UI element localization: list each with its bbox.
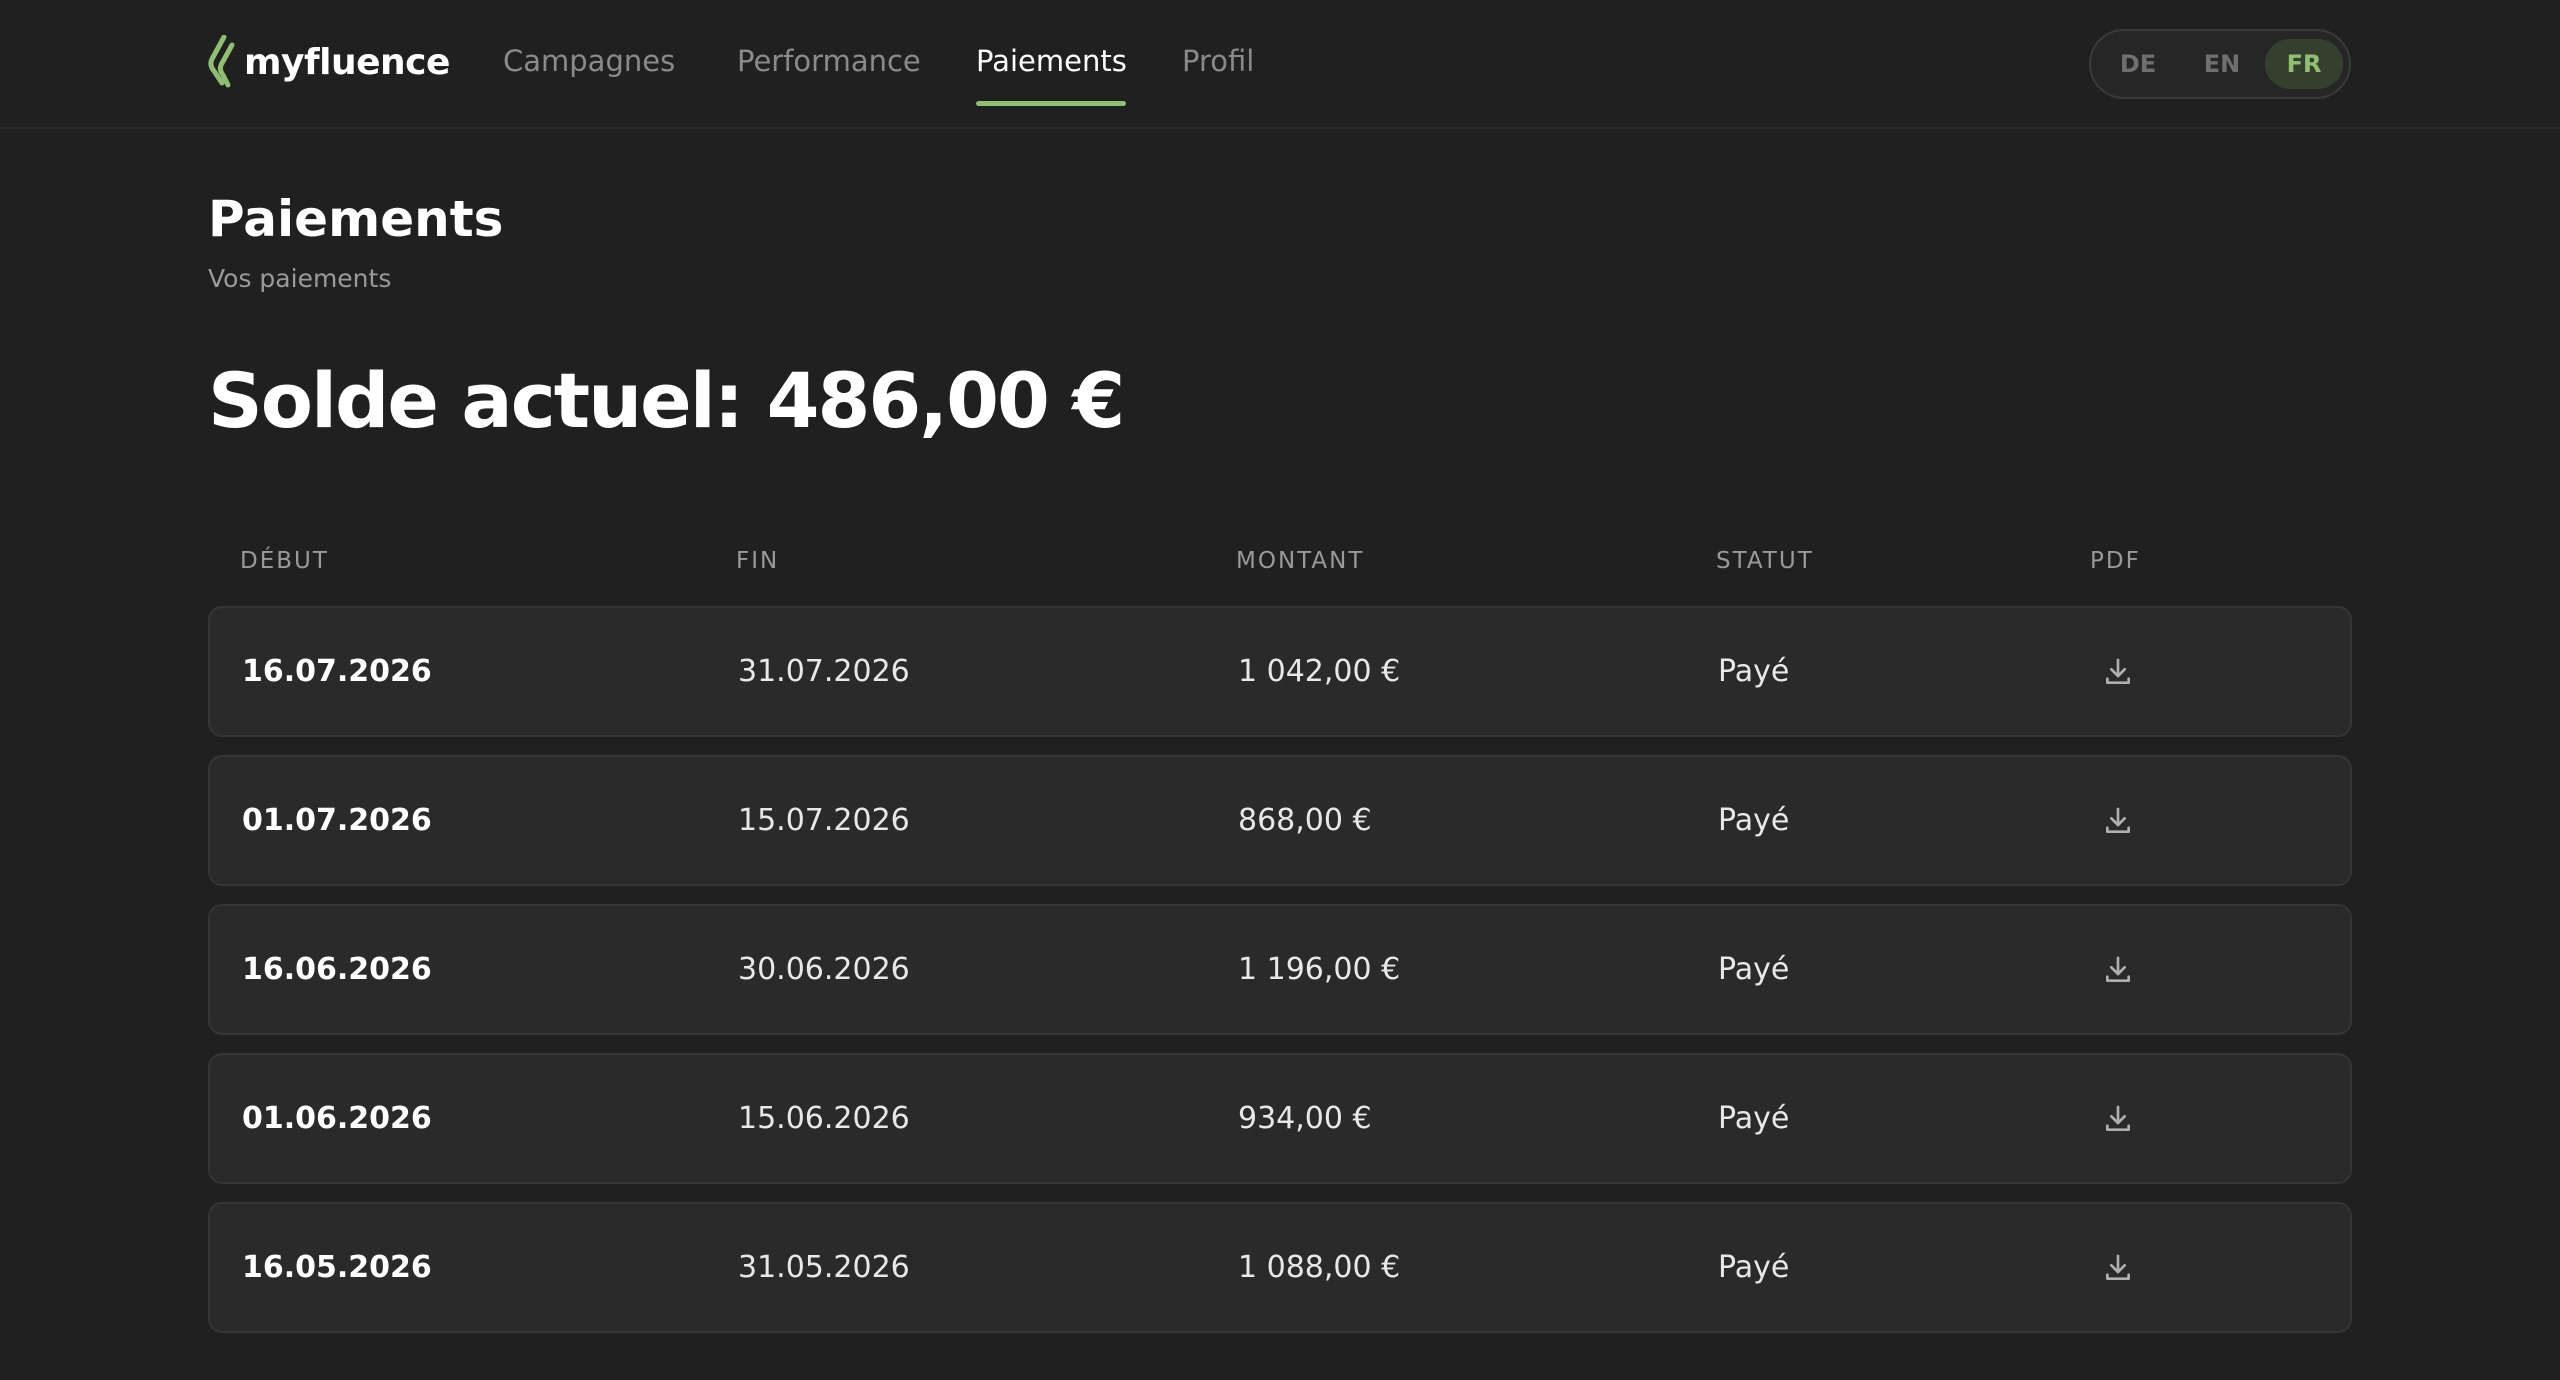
table-header: DÉBUT FIN MONTANT STATUT PDF <box>208 548 2352 578</box>
nav-item-campagnes[interactable]: Campagnes <box>503 44 675 78</box>
column-header-amount: MONTANT <box>1236 548 1365 574</box>
cell-end-date: 31.07.2026 <box>738 654 910 689</box>
cell-start-date: 16.07.2026 <box>242 654 432 689</box>
language-switcher: DE EN FR <box>2089 29 2351 99</box>
payments-table: 16.07.2026 31.07.2026 1 042,00 € Payé 01… <box>208 606 2352 1351</box>
brand-logo[interactable]: myfluence <box>208 34 450 90</box>
column-header-status: STATUT <box>1716 548 1814 574</box>
brand-name: myfluence <box>244 41 450 83</box>
nav-item-paiements[interactable]: Paiements <box>976 44 1127 78</box>
cell-end-date: 15.07.2026 <box>738 803 910 838</box>
nav-item-profil[interactable]: Profil <box>1182 44 1254 78</box>
column-header-start: DÉBUT <box>240 548 329 574</box>
cell-status: Payé <box>1718 654 1790 689</box>
cell-amount: 868,00 € <box>1238 803 1372 838</box>
top-navigation-bar: myfluence Campagnes Performance Paiement… <box>0 0 2560 129</box>
cell-status: Payé <box>1718 1250 1790 1285</box>
download-icon[interactable] <box>2098 652 2138 692</box>
cell-end-date: 31.05.2026 <box>738 1250 910 1285</box>
cell-status: Payé <box>1718 952 1790 987</box>
cell-start-date: 16.06.2026 <box>242 952 432 987</box>
table-row: 01.07.2026 15.07.2026 868,00 € Payé <box>208 755 2352 886</box>
language-option-de[interactable]: DE <box>2099 39 2177 89</box>
page-title: Paiements <box>208 190 504 248</box>
cell-amount: 1 088,00 € <box>1238 1250 1401 1285</box>
cell-status: Payé <box>1718 1101 1790 1136</box>
column-header-pdf: PDF <box>2090 548 2141 574</box>
cell-amount: 1 196,00 € <box>1238 952 1401 987</box>
cell-start-date: 01.06.2026 <box>242 1101 432 1136</box>
column-header-end: FIN <box>736 548 780 574</box>
page-subtitle: Vos paiements <box>208 264 392 293</box>
active-tab-indicator <box>976 101 1126 106</box>
download-icon[interactable] <box>2098 1099 2138 1139</box>
download-icon[interactable] <box>2098 950 2138 990</box>
current-balance: Solde actuel: 486,00 € <box>208 356 1125 445</box>
table-row: 16.07.2026 31.07.2026 1 042,00 € Payé <box>208 606 2352 737</box>
leaf-logo-icon <box>208 35 235 88</box>
nav-item-performance[interactable]: Performance <box>737 44 921 78</box>
language-option-fr[interactable]: FR <box>2265 39 2343 89</box>
cell-end-date: 15.06.2026 <box>738 1101 910 1136</box>
table-row: 16.06.2026 30.06.2026 1 196,00 € Payé <box>208 904 2352 1035</box>
download-icon[interactable] <box>2098 1248 2138 1288</box>
cell-amount: 1 042,00 € <box>1238 654 1401 689</box>
table-row: 16.05.2026 31.05.2026 1 088,00 € Payé <box>208 1202 2352 1333</box>
cell-amount: 934,00 € <box>1238 1101 1372 1136</box>
table-row: 01.06.2026 15.06.2026 934,00 € Payé <box>208 1053 2352 1184</box>
language-option-en[interactable]: EN <box>2183 39 2261 89</box>
cell-start-date: 16.05.2026 <box>242 1250 432 1285</box>
download-icon[interactable] <box>2098 801 2138 841</box>
cell-status: Payé <box>1718 803 1790 838</box>
cell-start-date: 01.07.2026 <box>242 803 432 838</box>
cell-end-date: 30.06.2026 <box>738 952 910 987</box>
